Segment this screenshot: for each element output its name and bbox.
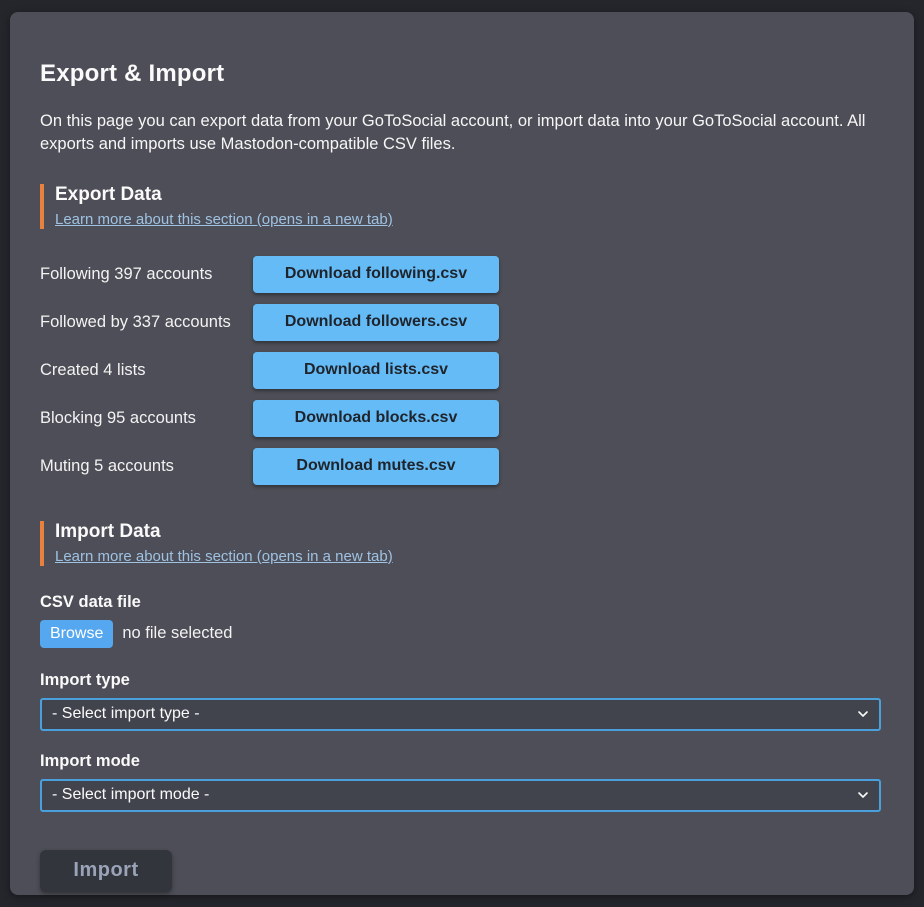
export-row-label: Blocking 95 accounts xyxy=(40,409,253,428)
chevron-down-icon xyxy=(857,789,869,801)
export-row-mutes: Muting 5 accounts Download mutes.csv xyxy=(40,448,881,485)
page-title: Export & Import xyxy=(40,60,881,88)
export-section-title: Export Data xyxy=(55,184,881,206)
csv-file-input: Browse no file selected xyxy=(40,620,881,648)
export-row-blocks: Blocking 95 accounts Download blocks.csv xyxy=(40,400,881,437)
export-learn-more-link[interactable]: Learn more about this section (opens in … xyxy=(55,211,393,228)
file-status-text: no file selected xyxy=(122,624,232,643)
download-following-button[interactable]: Download following.csv xyxy=(253,256,499,293)
export-row-label: Followed by 337 accounts xyxy=(40,313,253,332)
import-section-header: Import Data Learn more about this sectio… xyxy=(40,521,881,566)
export-import-panel: Export & Import On this page you can exp… xyxy=(10,12,914,895)
export-row-label: Muting 5 accounts xyxy=(40,457,253,476)
import-submit-button[interactable]: Import xyxy=(40,850,172,892)
import-learn-more-link[interactable]: Learn more about this section (opens in … xyxy=(55,548,393,565)
csv-file-label: CSV data file xyxy=(40,593,881,612)
download-blocks-button[interactable]: Download blocks.csv xyxy=(253,400,499,437)
download-mutes-button[interactable]: Download mutes.csv xyxy=(253,448,499,485)
import-type-selected-value: - Select import type - xyxy=(52,705,200,723)
export-row-following: Following 397 accounts Download followin… xyxy=(40,256,881,293)
import-mode-label: Import mode xyxy=(40,752,881,771)
import-mode-select[interactable]: - Select import mode - xyxy=(40,779,881,812)
import-type-label: Import type xyxy=(40,671,881,690)
download-lists-button[interactable]: Download lists.csv xyxy=(253,352,499,389)
import-mode-selected-value: - Select import mode - xyxy=(52,786,209,804)
export-row-label: Following 397 accounts xyxy=(40,265,253,284)
export-row-followers: Followed by 337 accounts Download follow… xyxy=(40,304,881,341)
page-description: On this page you can export data from yo… xyxy=(40,110,881,157)
import-type-select[interactable]: - Select import type - xyxy=(40,698,881,731)
chevron-down-icon xyxy=(857,708,869,720)
export-row-lists: Created 4 lists Download lists.csv xyxy=(40,352,881,389)
browse-button[interactable]: Browse xyxy=(40,620,113,648)
download-followers-button[interactable]: Download followers.csv xyxy=(253,304,499,341)
export-row-label: Created 4 lists xyxy=(40,361,253,380)
import-section-title: Import Data xyxy=(55,521,881,543)
export-section-header: Export Data Learn more about this sectio… xyxy=(40,184,881,229)
